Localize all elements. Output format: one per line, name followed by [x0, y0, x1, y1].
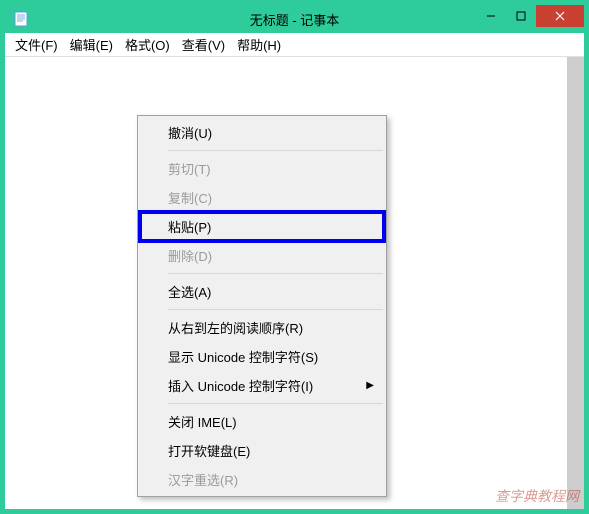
titlebar[interactable]: 无标题 - 记事本: [5, 5, 584, 33]
ctx-paste[interactable]: 粘贴(P): [140, 212, 384, 241]
minimize-button[interactable]: [476, 5, 506, 27]
menu-edit[interactable]: 编辑(E): [64, 33, 119, 56]
ctx-cut: 剪切(T): [140, 154, 384, 183]
ctx-insert-unicode-label: 插入 Unicode 控制字符(I): [168, 376, 313, 395]
window-controls: [476, 5, 584, 27]
menu-file[interactable]: 文件(F): [9, 33, 64, 56]
menu-view[interactable]: 查看(V): [176, 33, 231, 56]
separator: [168, 403, 383, 404]
ctx-copy: 复制(C): [140, 183, 384, 212]
menu-help[interactable]: 帮助(H): [231, 33, 287, 56]
vertical-scrollbar[interactable]: [567, 57, 584, 509]
app-icon: [13, 11, 29, 27]
ctx-undo[interactable]: 撤消(U): [140, 118, 384, 147]
context-menu: 撤消(U) 剪切(T) 复制(C) 粘贴(P) 删除(D) 全选(A) 从右到左…: [137, 115, 387, 497]
separator: [168, 309, 383, 310]
ctx-rtl-reading[interactable]: 从右到左的阅读顺序(R): [140, 313, 384, 342]
ctx-close-ime[interactable]: 关闭 IME(L): [140, 407, 384, 436]
submenu-arrow-icon: ▶: [366, 380, 374, 391]
window-title: 无标题 - 记事本: [250, 10, 340, 29]
ctx-select-all[interactable]: 全选(A): [140, 277, 384, 306]
separator: [168, 273, 383, 274]
separator: [168, 150, 383, 151]
menubar: 文件(F) 编辑(E) 格式(O) 查看(V) 帮助(H): [5, 33, 584, 57]
ctx-delete: 删除(D): [140, 241, 384, 270]
close-button[interactable]: [536, 5, 584, 27]
app-window: 无标题 - 记事本 文件(F) 编辑(E) 格式(O) 查看(V) 帮助(H) …: [5, 5, 584, 509]
ctx-insert-unicode[interactable]: 插入 Unicode 控制字符(I) ▶: [140, 371, 384, 400]
ctx-show-unicode[interactable]: 显示 Unicode 控制字符(S): [140, 342, 384, 371]
menu-format[interactable]: 格式(O): [119, 33, 176, 56]
scrollbar-thumb[interactable]: [567, 57, 584, 509]
maximize-button[interactable]: [506, 5, 536, 27]
ctx-reconversion: 汉字重选(R): [140, 465, 384, 494]
ctx-open-soft-keyboard[interactable]: 打开软键盘(E): [140, 436, 384, 465]
